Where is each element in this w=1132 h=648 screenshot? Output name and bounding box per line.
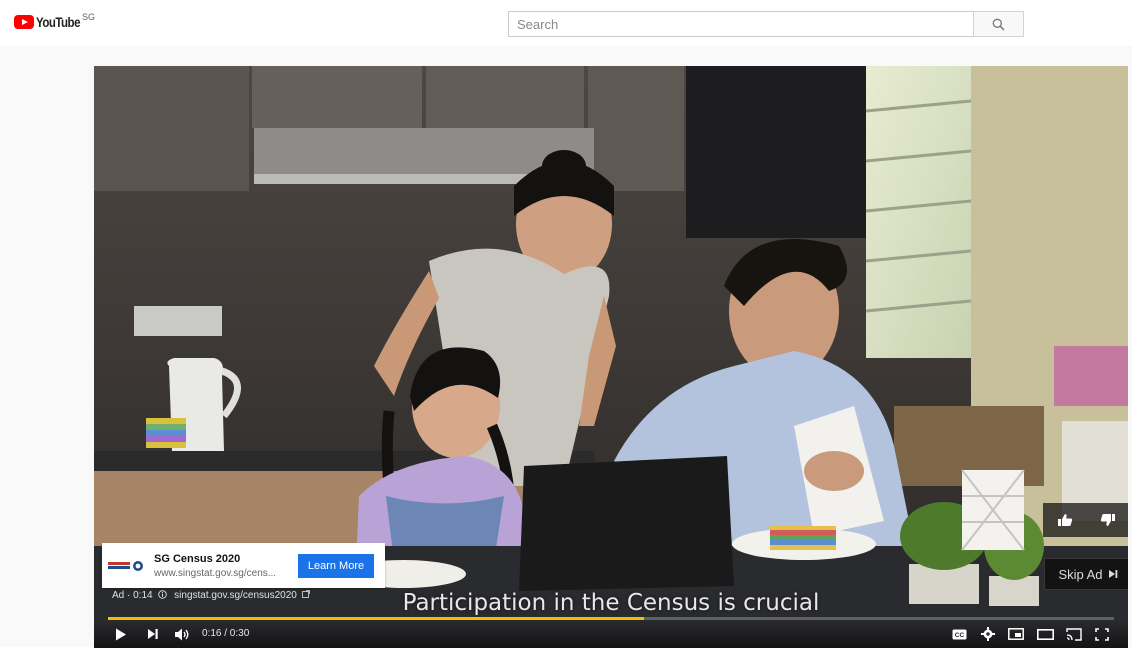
play-button[interactable] bbox=[112, 625, 130, 643]
search-input[interactable] bbox=[508, 11, 973, 37]
ad-card[interactable]: SG Census 2020 www.singstat.gov.sg/cens.… bbox=[102, 543, 385, 588]
svg-text:CC: CC bbox=[954, 632, 964, 639]
theater-icon bbox=[1036, 628, 1054, 640]
masthead: YouTube SG bbox=[0, 0, 1132, 46]
cast-button[interactable] bbox=[1064, 625, 1084, 643]
settings-button[interactable] bbox=[979, 625, 997, 643]
captions-button[interactable]: CC bbox=[950, 625, 968, 643]
search-icon bbox=[992, 18, 1005, 31]
thumbs-up-icon[interactable] bbox=[1057, 513, 1073, 527]
skip-ad-label: Skip Ad bbox=[1058, 566, 1103, 582]
skip-ad-button[interactable]: Skip Ad bbox=[1044, 558, 1128, 590]
singstat-logo-icon bbox=[108, 551, 148, 581]
next-icon bbox=[148, 629, 158, 639]
ad-title: SG Census 2020 bbox=[154, 552, 241, 565]
miniplayer-icon bbox=[1008, 628, 1024, 640]
skip-next-icon bbox=[1108, 570, 1117, 578]
fullscreen-button[interactable] bbox=[1092, 625, 1112, 643]
ad-text-block: SG Census 2020 www.singstat.gov.sg/cens.… bbox=[154, 553, 292, 579]
subtitle-caption: Participation in the Census is crucial bbox=[402, 590, 820, 616]
time-display: 0:16 / 0:30 bbox=[202, 628, 250, 639]
cc-icon: CC bbox=[952, 629, 966, 639]
volume-icon bbox=[174, 628, 188, 640]
cast-icon bbox=[1066, 627, 1082, 641]
video-player[interactable]: SG Census 2020 www.singstat.gov.sg/cens.… bbox=[94, 66, 1128, 648]
youtube-logo[interactable]: YouTube bbox=[14, 14, 90, 30]
search-bar bbox=[508, 11, 1024, 37]
mute-button[interactable] bbox=[172, 625, 192, 643]
ad-rating-box bbox=[1043, 503, 1128, 537]
logo-text: YouTube bbox=[36, 14, 80, 30]
settings-icon bbox=[981, 627, 995, 641]
search-button[interactable] bbox=[973, 11, 1024, 37]
ad-url[interactable]: www.singstat.gov.sg/cens... bbox=[154, 568, 292, 579]
next-button[interactable] bbox=[144, 625, 162, 643]
region-label: SG bbox=[82, 12, 96, 22]
miniplayer-button[interactable] bbox=[1006, 625, 1026, 643]
thumbs-down-icon[interactable] bbox=[1100, 513, 1116, 527]
play-icon bbox=[116, 628, 126, 640]
theater-mode-button[interactable] bbox=[1035, 625, 1055, 643]
fullscreen-icon bbox=[1095, 627, 1109, 641]
youtube-play-logo-icon bbox=[14, 15, 34, 29]
learn-more-button[interactable]: Learn More bbox=[298, 553, 374, 578]
player-controls: 0:16 / 0:30 CC bbox=[94, 620, 1128, 648]
